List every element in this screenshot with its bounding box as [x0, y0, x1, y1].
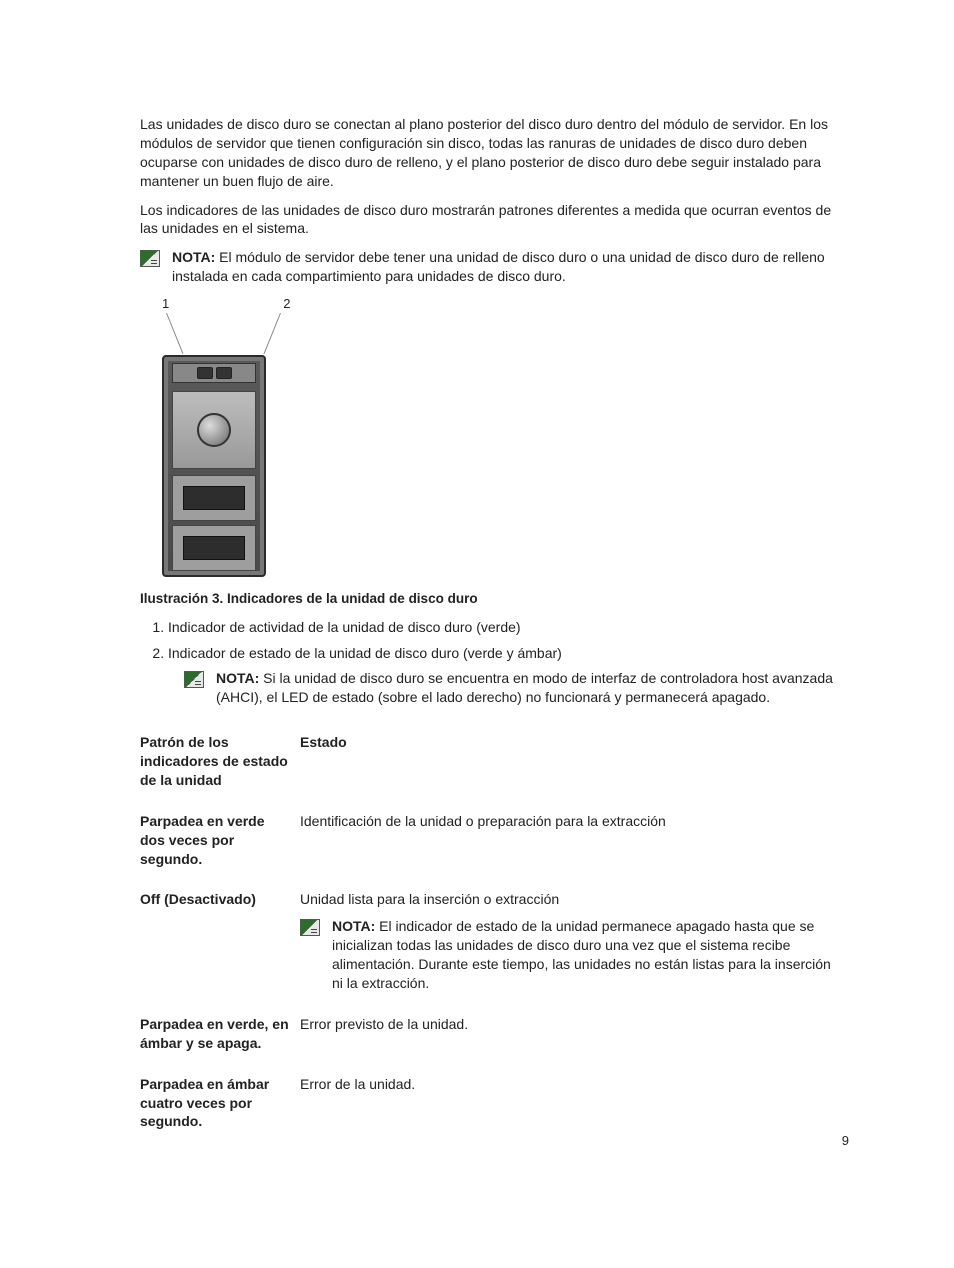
table-row: Parpadea en verde dos veces por segundo.… [140, 804, 849, 883]
note-label: NOTA: [216, 670, 259, 686]
pattern-cell: Parpadea en verde dos veces por segundo. [140, 804, 300, 883]
note-2: NOTA: Si la unidad de disco duro se encu… [184, 669, 849, 707]
note-2-text: NOTA: Si la unidad de disco duro se encu… [216, 669, 849, 707]
table-row: Off (Desactivado) Unidad lista para la i… [140, 882, 849, 1006]
note-body: El indicador de estado de la unidad perm… [332, 918, 831, 991]
state-cell: Error previsto de la unidad. [300, 1007, 849, 1067]
note-1-text: NOTA: El módulo de servidor debe tener u… [172, 248, 849, 286]
legend-item-1: Indicador de actividad de la unidad de d… [168, 618, 849, 638]
pattern-cell: Parpadea en ámbar cuatro veces por segun… [140, 1067, 300, 1146]
table-header-state: Estado [300, 725, 849, 804]
table-row: Parpadea en ámbar cuatro veces por segun… [140, 1067, 849, 1146]
page-number: 9 [842, 1133, 849, 1148]
note-label: NOTA: [332, 918, 375, 934]
table-row: Parpadea en verde, en ámbar y se apaga. … [140, 1007, 849, 1067]
note-icon [300, 919, 320, 936]
legend-item-2: Indicador de estado de la unidad de disc… [168, 644, 849, 664]
pattern-cell: Parpadea en verde, en ámbar y se apaga. [140, 1007, 300, 1067]
pattern-cell: Off (Desactivado) [140, 882, 300, 1006]
figure-hdd-indicators: 1 2 [148, 296, 849, 577]
state-text: Unidad lista para la inserción o extracc… [300, 891, 559, 907]
row-note: NOTA: El indicador de estado de la unida… [300, 917, 839, 993]
state-cell: Unidad lista para la inserción o extracc… [300, 882, 849, 1006]
note-label: NOTA: [172, 249, 215, 265]
hdd-module-illustration [162, 355, 266, 577]
state-cell: Identificación de la unidad o preparació… [300, 804, 849, 883]
intro-paragraph-2: Los indicadores de las unidades de disco… [140, 201, 849, 239]
state-cell: Error de la unidad. [300, 1067, 849, 1146]
figure-legend-list: Indicador de actividad de la unidad de d… [168, 618, 849, 663]
note-body: El módulo de servidor debe tener una uni… [172, 249, 825, 284]
status-pattern-table: Patrón de los indicadores de estado de l… [140, 725, 849, 1145]
note-body: Si la unidad de disco duro se encuentra … [216, 670, 833, 705]
note-1: NOTA: El módulo de servidor debe tener u… [140, 248, 849, 286]
note-icon [184, 671, 204, 688]
callout-2: 2 [283, 296, 290, 311]
figure-caption: Ilustración 3. Indicadores de la unidad … [140, 591, 849, 606]
callout-1: 1 [162, 296, 169, 311]
intro-paragraph-1: Las unidades de disco duro se conectan a… [140, 115, 849, 191]
table-header-pattern: Patrón de los indicadores de estado de l… [140, 725, 300, 804]
note-icon [140, 250, 160, 267]
